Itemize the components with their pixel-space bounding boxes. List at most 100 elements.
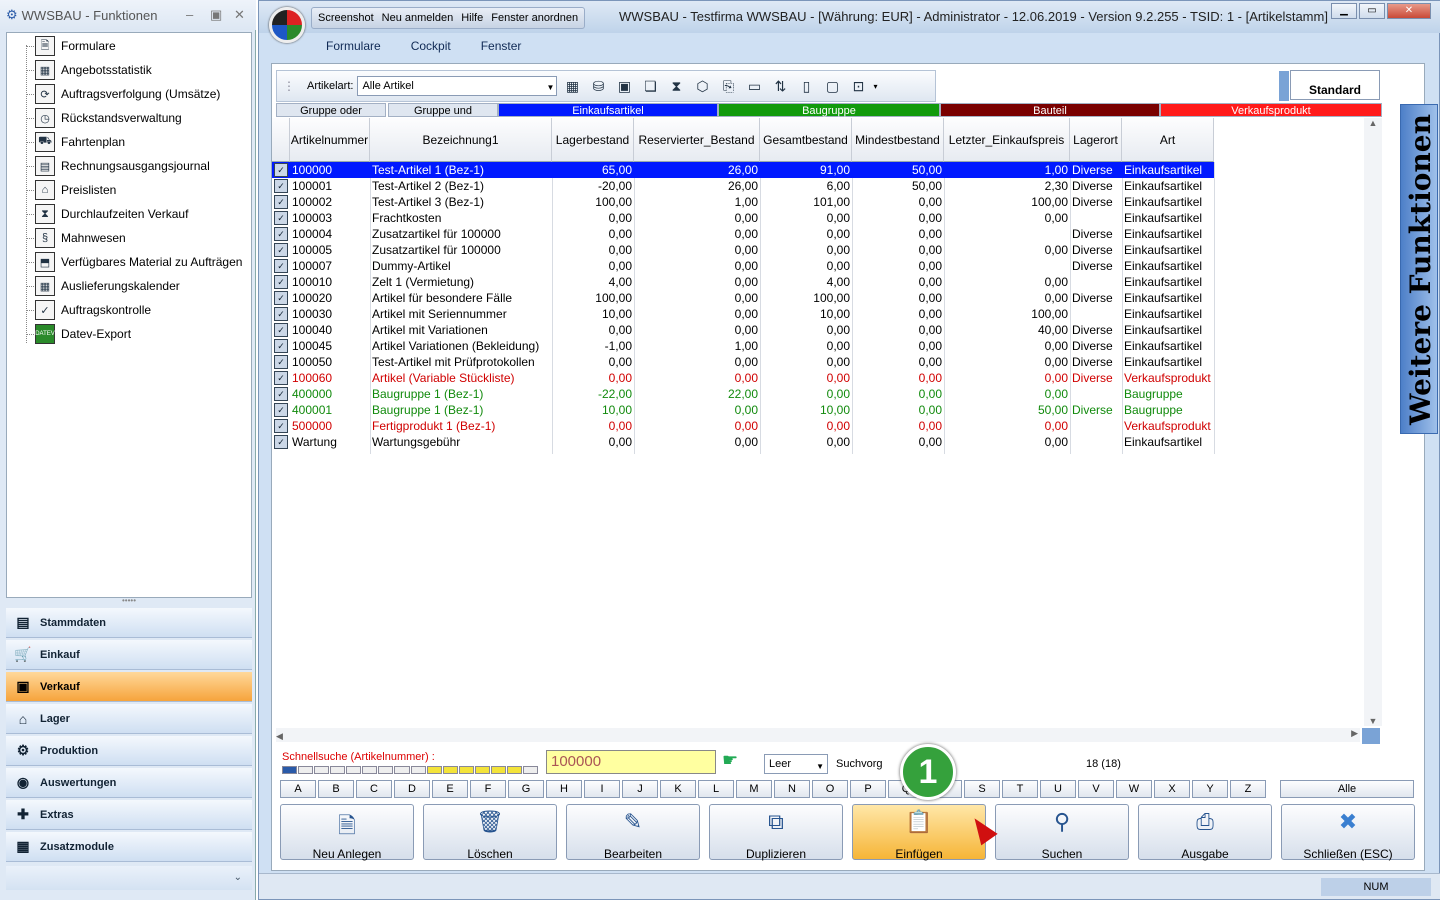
scroll-up-icon[interactable]: ▲ [1364, 118, 1382, 128]
tree-item[interactable]: ⬒ Verfügbares Material zu Aufträgen [35, 251, 242, 273]
screen-icon[interactable]: ⊡ [847, 75, 869, 97]
window-icon[interactable]: ▢ [821, 75, 843, 97]
alpha-all-button[interactable]: Alle [1280, 780, 1414, 798]
neu-anlegen-button[interactable]: 🗎 Neu Anlegen [280, 804, 414, 861]
löschen-button[interactable]: 🗑 Löschen [423, 804, 557, 861]
image-icon[interactable]: ▣ [613, 75, 635, 97]
schließen-esc-button[interactable]: ✖ Schließen (ESC) [1281, 804, 1415, 861]
ausgabe-button[interactable]: ⎙ Ausgabe [1138, 804, 1272, 861]
category-stammdaten[interactable]: ▤ Stammdaten [6, 608, 252, 638]
row-check-icon[interactable]: ✓ [274, 435, 288, 449]
table-row[interactable]: ✓ 100040 Artikel mit Variationen 0,00 0,00 0,… [272, 322, 1214, 338]
table-row[interactable]: ✓ 100060 Artikel (Variable Stückliste) 0,00… [272, 370, 1214, 386]
label-icon[interactable]: ▭ [743, 75, 765, 97]
column-header[interactable]: Bezeichnung1 [370, 118, 552, 162]
alpha-button-a[interactable]: A [280, 780, 316, 798]
alpha-button-s[interactable]: S [964, 780, 1000, 798]
splitter-grip[interactable]: ••••• [6, 597, 252, 606]
column-header[interactable]: Reservierter_Bestand [634, 118, 760, 162]
table-row[interactable]: ✓ 100000 Test-Artikel 1 (Bez-1) 65,00 26,00 9… [272, 162, 1214, 178]
table-row[interactable]: ✓ 400001 Baugruppe 1 (Bez-1) 10,00 0,00 10,00… [272, 402, 1214, 418]
table-view-icon[interactable]: ▦ [561, 75, 583, 97]
filter-einkaufsartikel[interactable]: Einkaufsartikel [498, 103, 718, 117]
horizontal-scrollbar[interactable]: ◀ ▶ [276, 728, 1360, 742]
pointing-hand-icon[interactable]: ☛ [722, 750, 738, 771]
row-check-icon[interactable]: ✓ [274, 259, 288, 273]
alpha-button-t[interactable]: T [1002, 780, 1038, 798]
table-row[interactable]: ✓ 500000 Fertigprodukt 1 (Bez-1) 0,00 0,00 0,… [272, 418, 1214, 434]
app-logo[interactable] [269, 7, 305, 43]
weitere-funktionen-tab[interactable]: Weitere Funktionen [1400, 104, 1438, 434]
tree-item[interactable]: ◷ Rückstandsverwaltung [35, 107, 182, 129]
toolbar-overflow-icon[interactable]: ▾ [873, 82, 877, 91]
category-produktion[interactable]: ⚙ Produktion [6, 736, 252, 766]
standard-button[interactable]: Standard [1279, 70, 1380, 101]
layers-icon[interactable]: ❏ [639, 75, 661, 97]
row-check-icon[interactable]: ✓ [274, 163, 288, 177]
alpha-button-d[interactable]: D [394, 780, 430, 798]
search-mode-select[interactable]: Leer ▼ [764, 754, 828, 774]
row-check-icon[interactable]: ✓ [274, 339, 288, 353]
alpha-button-u[interactable]: U [1040, 780, 1076, 798]
row-check-icon[interactable]: ✓ [274, 179, 288, 193]
alpha-button-i[interactable]: I [584, 780, 620, 798]
copy-icon[interactable]: ⎘ [717, 75, 739, 97]
tree-item[interactable]: DATEV Datev-Export [35, 323, 131, 345]
category-zusatzmodule[interactable]: ▦ Zusatzmodule [6, 832, 252, 862]
alpha-button-e[interactable]: E [432, 780, 468, 798]
row-check-icon[interactable]: ✓ [274, 275, 288, 289]
tree-item[interactable]: ⌂ Preislisten [35, 179, 116, 201]
box-icon[interactable]: ⬡ [691, 75, 713, 97]
category-extras[interactable]: ✚ Extras [6, 800, 252, 830]
category-lager[interactable]: ⌂ Lager [6, 704, 252, 734]
row-check-icon[interactable]: ✓ [274, 419, 288, 433]
hourglass-icon[interactable]: ⧗ [665, 75, 687, 97]
alpha-button-l[interactable]: L [698, 780, 734, 798]
column-header[interactable]: Letzter_Einkaufspreis [944, 118, 1070, 162]
menu-fenster[interactable]: Fenster [466, 39, 537, 53]
alpha-button-p[interactable]: P [850, 780, 886, 798]
table-row[interactable]: ✓ 100001 Test-Artikel 2 (Bez-1) -20,00 26,00… [272, 178, 1214, 194]
filter-verkaufsprodukt[interactable]: Verkaufsprodukt [1160, 103, 1382, 117]
menu-cockpit[interactable]: Cockpit [396, 39, 466, 53]
alpha-button-n[interactable]: N [774, 780, 810, 798]
sort-icon[interactable]: ⇅ [769, 75, 791, 97]
close-button[interactable]: ✕ [234, 7, 245, 23]
table-row[interactable]: ✓ 100007 Dummy-Artikel 0,00 0,00 0,00 0,00 Dive… [272, 258, 1214, 274]
table-row[interactable]: ✓ 100005 Zusatzartikel für 100000 0,00 0,00 0… [272, 242, 1214, 258]
alpha-button-z[interactable]: Z [1230, 780, 1266, 798]
row-check-icon[interactable]: ✓ [274, 291, 288, 305]
table-row[interactable]: ✓ Wartung Wartungsgebühr 0,00 0,00 0,00 0,00 0,… [272, 434, 1214, 450]
alpha-button-h[interactable]: H [546, 780, 582, 798]
filter-gruppe-oder[interactable]: Gruppe oder [276, 103, 386, 117]
alpha-button-j[interactable]: J [622, 780, 658, 798]
main-minimize-button[interactable]: ▁ [1331, 3, 1357, 19]
row-check-icon[interactable]: ✓ [274, 227, 288, 241]
alpha-button-m[interactable]: M [736, 780, 772, 798]
category-einkauf[interactable]: 🛒 Einkauf [6, 640, 252, 670]
column-header[interactable]: Mindestbestand [852, 118, 944, 162]
filter-gruppe-und[interactable]: Gruppe und [388, 103, 498, 117]
minimize-button[interactable]: – [186, 7, 193, 22]
table-row[interactable]: ✓ 100045 Artikel Variationen (Bekleidung) -… [272, 338, 1214, 354]
alpha-button-v[interactable]: V [1078, 780, 1114, 798]
column-header[interactable]: Artikelnummer [290, 118, 370, 162]
qa-screenshot[interactable]: Screenshot [318, 12, 374, 24]
alpha-button-y[interactable]: Y [1192, 780, 1228, 798]
alpha-button-k[interactable]: K [660, 780, 696, 798]
tree-item[interactable]: ▦ Auslieferungskalender [35, 275, 180, 297]
tree-item[interactable]: ⟳ Auftragsverfolgung (Umsätze) [35, 83, 220, 105]
row-check-icon[interactable]: ✓ [274, 195, 288, 209]
alpha-button-b[interactable]: B [318, 780, 354, 798]
tree-item[interactable]: § Mahnwesen [35, 227, 126, 249]
table-row[interactable]: ✓ 100020 Artikel für besondere Fälle 100,00… [272, 290, 1214, 306]
main-maximize-button[interactable]: ▭ [1359, 3, 1385, 19]
suchen-button[interactable]: ⚲ Suchen [995, 804, 1129, 861]
alpha-button-c[interactable]: C [356, 780, 392, 798]
category-auswertungen[interactable]: ◉ Auswertungen [6, 768, 252, 798]
main-close-button[interactable]: ✕ [1387, 3, 1431, 19]
table-row[interactable]: ✓ 100003 Frachtkosten 0,00 0,00 0,00 0,00 0,00 E… [272, 210, 1214, 226]
table-row[interactable]: ✓ 100004 Zusatzartikel für 100000 0,00 0,00 0… [272, 226, 1214, 242]
row-check-icon[interactable]: ✓ [274, 387, 288, 401]
row-check-icon[interactable]: ✓ [274, 355, 288, 369]
